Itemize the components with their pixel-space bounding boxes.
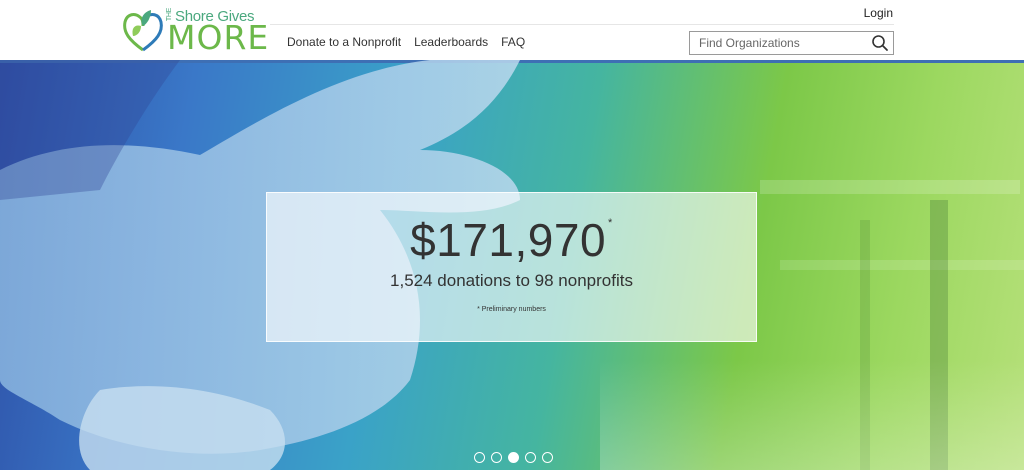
total-raised-amount: $171,970 * — [267, 213, 756, 267]
header-divider — [270, 24, 894, 25]
preliminary-note: * Preliminary numbers — [477, 306, 546, 313]
site-header: THE Shore Gives MORE Login Donate to a No… — [0, 0, 1024, 60]
carousel-indicators — [474, 452, 553, 463]
search-icon — [872, 35, 888, 51]
nav-leaderboards[interactable]: Leaderboards — [414, 35, 488, 49]
main-nav: Donate to a Nonprofit Leaderboards FAQ — [287, 35, 538, 49]
site-logo[interactable]: THE Shore Gives MORE — [121, 6, 268, 56]
amount-value: $171,970 — [410, 214, 607, 266]
logo-wordmark: MORE — [167, 18, 270, 57]
carousel-dot-4[interactable] — [525, 452, 536, 463]
donation-stats-panel: $171,970 * 1,524 donations to 98 nonprofi… — [266, 192, 757, 342]
carousel-dot-2[interactable] — [491, 452, 502, 463]
amount-footnote-marker: * — [608, 217, 613, 229]
donation-summary: 1,524 donations to 98 nonprofits — [390, 271, 633, 290]
search-input[interactable] — [690, 32, 865, 54]
nav-donate-to-nonprofit[interactable]: Donate to a Nonprofit — [287, 35, 401, 49]
heart-leaf-logo-icon — [123, 10, 163, 52]
carousel-dot-5[interactable] — [542, 452, 553, 463]
carousel-dot-1[interactable] — [474, 452, 485, 463]
search-button[interactable] — [871, 34, 889, 52]
carousel-dot-3[interactable] — [508, 452, 519, 463]
nav-faq[interactable]: FAQ — [501, 35, 525, 49]
login-link[interactable]: Login — [864, 6, 893, 20]
hero-carousel: $171,970 * 1,524 donations to 98 nonprofi… — [0, 60, 1024, 470]
search-box — [689, 31, 894, 55]
